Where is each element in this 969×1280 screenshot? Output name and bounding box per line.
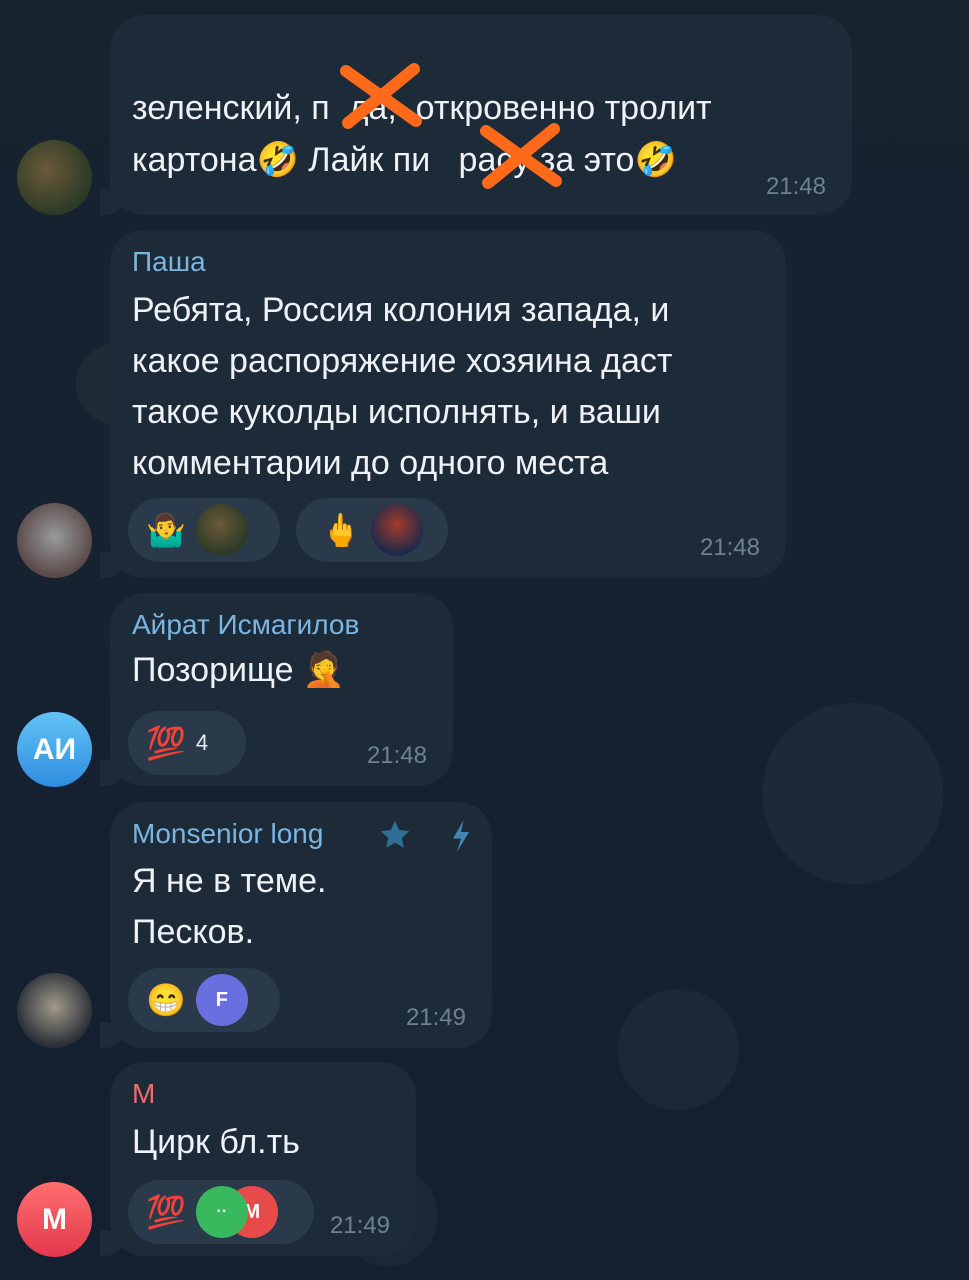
- message-time: 21:48: [699, 534, 760, 561]
- reaction-pill[interactable]: 🤷‍♂️: [128, 498, 280, 562]
- reaction-count: 4: [195, 730, 209, 755]
- message-text: Я не в теме. Песков.: [132, 862, 327, 951]
- sender-name[interactable]: Monsenior long: [132, 818, 323, 850]
- censor-x-icon: [480, 123, 562, 189]
- sender-name[interactable]: М: [132, 1078, 155, 1110]
- message-bubble[interactable]: Паша Ребята, Россия колония запада, и ка…: [100, 230, 786, 578]
- reaction-emoji: 🤷‍♂️: [146, 512, 186, 548]
- message-bubble[interactable]: Айрат Исмагилов Позорище 🤦 💯 4 21:48: [100, 593, 453, 786]
- reaction-emoji: 💯: [146, 1194, 186, 1230]
- message-text: Позорище 🤦: [132, 651, 346, 689]
- message-text: картона🤣 Лайк пи расу за это🤣: [132, 141, 677, 179]
- message-time: 21:49: [329, 1212, 390, 1239]
- message-bubble[interactable]: Monsenior long Я не в теме. Песков. 😁 F …: [100, 802, 492, 1048]
- avatar[interactable]: М: [17, 1182, 92, 1257]
- reactor-avatars: М ··: [195, 1186, 282, 1238]
- censor-x-icon: [340, 63, 422, 129]
- star-icon: [380, 820, 410, 848]
- sender-name[interactable]: Паша: [132, 246, 206, 278]
- avatar[interactable]: [17, 503, 92, 578]
- reaction-pill[interactable]: 💯 4: [128, 711, 246, 775]
- message-time: 21:48: [765, 173, 826, 200]
- reactor-avatar: F: [195, 974, 248, 1026]
- reaction-pill[interactable]: 😁 F: [128, 968, 280, 1032]
- message-bubble[interactable]: М Цирк бл.ть 💯 М ·· 21:49: [100, 1062, 416, 1256]
- message-time: 21:48: [366, 742, 427, 769]
- message-bubble[interactable]: зеленский, п да, откровенно тролит карто…: [100, 15, 852, 215]
- reactor-avatar: [370, 504, 423, 556]
- avatar[interactable]: АИ: [17, 712, 92, 787]
- message-text: Ребята, Россия колония запада, и какое р…: [132, 291, 673, 482]
- reactor-avatar: ··: [195, 1186, 248, 1238]
- avatar[interactable]: [17, 140, 92, 215]
- sender-name[interactable]: Айрат Исмагилов: [132, 609, 359, 641]
- reaction-pill[interactable]: 💯 М ··: [128, 1180, 314, 1244]
- reaction-emoji: 💯: [146, 725, 186, 761]
- reaction-emoji: 🖕: [321, 512, 361, 548]
- reaction-pill[interactable]: 🖕: [296, 498, 448, 562]
- reactor-avatar: [195, 504, 248, 556]
- reaction-emoji: 😁: [146, 982, 186, 1018]
- message-text: Цирк бл.ть: [132, 1123, 300, 1161]
- avatar[interactable]: [17, 973, 92, 1048]
- bolt-icon: [453, 820, 469, 852]
- message-time: 21:49: [405, 1004, 466, 1031]
